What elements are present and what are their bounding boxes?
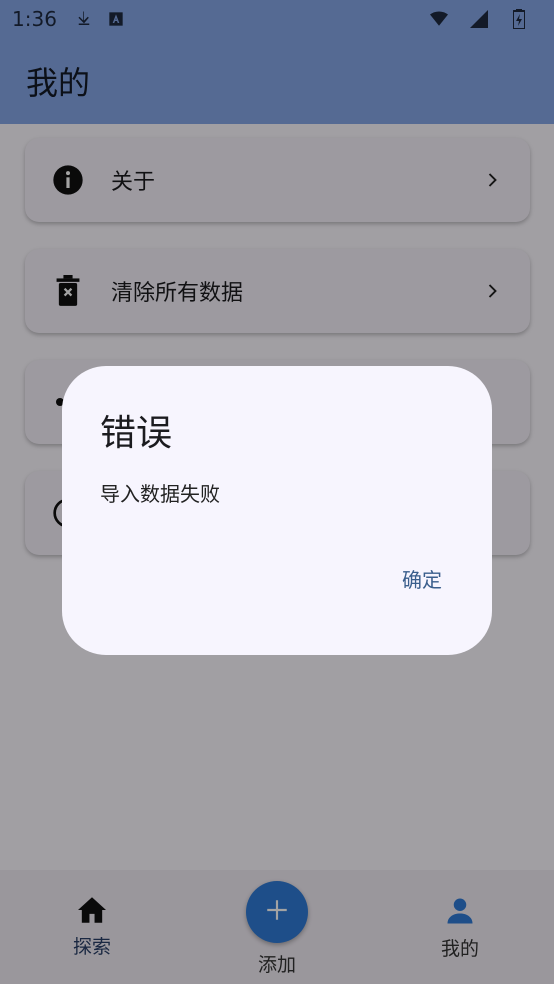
dialog-message: 导入数据失败 xyxy=(100,482,220,506)
confirm-button[interactable]: 确定 xyxy=(402,564,442,593)
dialog-title: 错误 xyxy=(100,413,173,454)
error-dialog: 错误 导入数据失败 确定 xyxy=(62,366,492,655)
